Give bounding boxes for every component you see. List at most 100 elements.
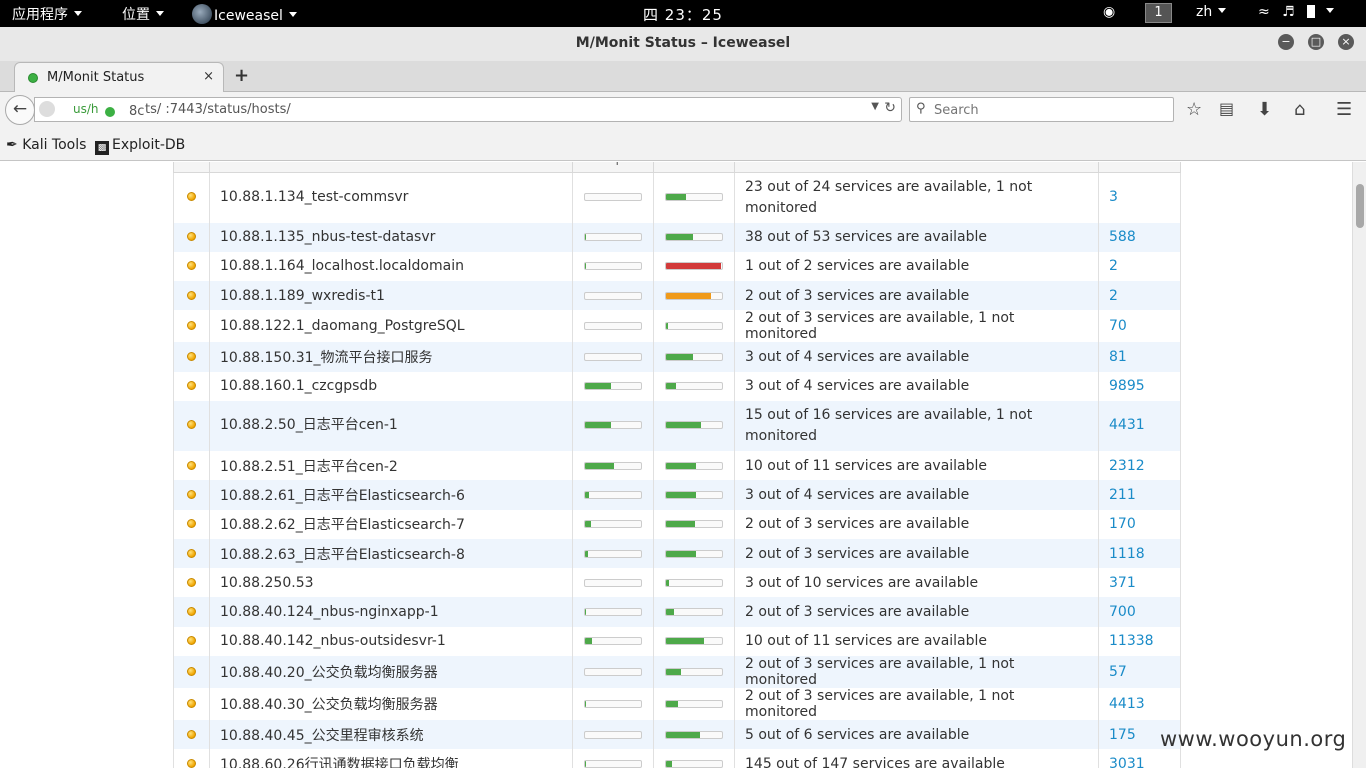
events-link[interactable]: 57 (1098, 656, 1181, 689)
events-link[interactable]: 4413 (1098, 688, 1181, 721)
table-row[interactable]: 10.88.1.135_nbus-test-datasvr 38 out of 5… (173, 222, 1181, 252)
table-row[interactable]: 10.88.122.1_daomang_PostgreSQL 2 out of 3… (173, 310, 1181, 343)
events-link[interactable]: 9895 (1098, 371, 1181, 401)
host-name[interactable]: 10.88.250.53 (209, 568, 573, 598)
events-link[interactable]: 81 (1098, 342, 1181, 372)
status-menu[interactable]: ≈ ♬ (1258, 4, 1334, 20)
host-name[interactable]: 10.88.2.63_日志平台Elasticsearch-8 (209, 538, 573, 569)
host-name[interactable]: 10.88.40.30_公交负载均衡服务器 (209, 688, 573, 721)
hamburger-menu-icon[interactable]: ☰ (1336, 99, 1352, 120)
events-link[interactable]: 2 (1098, 281, 1181, 311)
table-row[interactable]: 10.88.250.53 3 out of 10 services are ava… (173, 568, 1181, 598)
host-name[interactable]: 10.88.40.124_nbus-nginxapp-1 (209, 597, 573, 627)
status-indicator-cell (173, 172, 210, 223)
mem-meter-fill (666, 491, 696, 498)
events-link[interactable]: 2312 (1098, 450, 1181, 481)
bookmark-exploit-db[interactable]: ▩ Exploit-DB (95, 137, 185, 155)
table-row[interactable]: 10.88.1.134_test-commsvr 23 out of 24 ser… (173, 172, 1181, 223)
events-link[interactable]: 211 (1098, 480, 1181, 510)
bookmarks-menu-icon[interactable]: ▤ (1219, 99, 1234, 118)
vertical-scrollbar[interactable] (1352, 162, 1366, 768)
events-link[interactable]: 4431 (1098, 400, 1181, 451)
host-name[interactable]: 10.88.40.45_公交里程审核系统 (209, 720, 573, 750)
mem-meter-cell (653, 222, 735, 252)
table-row[interactable]: 10.88.2.51_日志平台cen-2 10 out of 11 service… (173, 450, 1181, 481)
events-link[interactable]: 2 (1098, 251, 1181, 282)
events-link[interactable]: 170 (1098, 509, 1181, 539)
status-text: 3 out of 4 services are available (734, 480, 1099, 510)
events-link[interactable]: 11338 (1098, 626, 1181, 657)
warning-dot-icon (187, 667, 196, 677)
url-text[interactable]: ts/ :7443/status/hosts/ (145, 102, 291, 117)
table-row[interactable]: 10.88.60.26行讯通数据接口负载均衡 145 out of 147 ser… (173, 749, 1181, 768)
tab-mmonit-status[interactable]: M/Monit Status × (14, 62, 224, 93)
host-name[interactable]: 10.88.60.26行讯通数据接口负载均衡 (209, 749, 573, 768)
cpu-meter (584, 291, 642, 300)
events-link[interactable]: 70 (1098, 310, 1181, 343)
mem-meter-cell (653, 568, 735, 598)
reload-icon[interactable]: ↻ (884, 100, 896, 116)
home-icon[interactable]: ⌂ (1294, 99, 1305, 120)
cpu-meter-cell (572, 172, 654, 223)
table-row[interactable]: 10.88.40.124_nbus-nginxapp-1 2 out of 3 s… (173, 597, 1181, 627)
header-status[interactable]: Status (734, 162, 1099, 173)
host-name[interactable]: 10.88.40.20_公交负载均衡服务器 (209, 656, 573, 689)
host-name[interactable]: 10.88.2.51_日志平台cen-2 (209, 450, 573, 481)
site-identity-icon[interactable] (39, 101, 55, 117)
workspace-indicator[interactable]: 1 (1145, 3, 1172, 23)
url-history-dropdown-icon[interactable]: ▼ (871, 101, 879, 112)
header-mem[interactable]: %Mem (653, 162, 735, 173)
table-row[interactable]: 10.88.1.164_localhost.localdomain 1 out o… (173, 251, 1181, 282)
events-link[interactable]: 588 (1098, 222, 1181, 252)
search-box[interactable]: ⚲ (909, 97, 1174, 122)
new-tab-button[interactable]: + (234, 65, 249, 86)
host-name[interactable]: 10.88.122.1_daomang_PostgreSQL (209, 310, 573, 343)
events-link[interactable]: 371 (1098, 568, 1181, 598)
events-link[interactable]: 1118 (1098, 538, 1181, 569)
header-host[interactable]: Host (209, 162, 573, 173)
table-row[interactable]: 10.88.40.142_nbus-outsidesvr-1 10 out of … (173, 626, 1181, 657)
host-name[interactable]: 10.88.2.62_日志平台Elasticsearch-7 (209, 509, 573, 539)
mem-meter-cell (653, 251, 735, 282)
search-input[interactable] (934, 101, 1164, 119)
language-menu[interactable]: zh (1196, 4, 1227, 20)
url-bar[interactable]: us/h 8c ts/ :7443/status/hosts/ ▼ ↻ (34, 97, 902, 122)
downloads-icon[interactable]: ⬇ (1257, 99, 1272, 120)
table-row[interactable]: 10.88.2.63_日志平台Elasticsearch-8 2 out of 3… (173, 538, 1181, 569)
table-row[interactable]: 10.88.1.189_wxredis-t1 2 out of 3 service… (173, 281, 1181, 311)
table-row[interactable]: 10.88.40.45_公交里程审核系统 5 out of 6 services … (173, 720, 1181, 750)
table-row[interactable]: 10.88.2.62_日志平台Elasticsearch-7 2 out of 3… (173, 509, 1181, 539)
events-link[interactable]: 3031 (1098, 749, 1181, 768)
host-name[interactable]: 10.88.2.61_日志平台Elasticsearch-6 (209, 480, 573, 510)
host-name[interactable]: 10.88.1.164_localhost.localdomain (209, 251, 573, 282)
table-row[interactable]: 10.88.40.30_公交负载均衡服务器 2 out of 3 services… (173, 688, 1181, 721)
minimize-button[interactable]: − (1278, 34, 1294, 50)
header-cpu[interactable]: %Cpu (572, 162, 654, 173)
host-name[interactable]: 10.88.40.142_nbus-outsidesvr-1 (209, 626, 573, 657)
scrollbar-thumb[interactable] (1356, 184, 1364, 228)
host-name[interactable]: 10.88.2.50_日志平台cen-1 (209, 400, 573, 451)
close-window-button[interactable]: × (1338, 34, 1354, 50)
table-row[interactable]: 10.88.160.1_czcgpsdb 3 out of 4 services … (173, 371, 1181, 401)
language-label: zh (1196, 4, 1213, 20)
host-name[interactable]: 10.88.150.31_物流平台接口服务 (209, 342, 573, 372)
host-name[interactable]: 10.88.1.134_test-commsvr (209, 172, 573, 223)
bookmark-star-icon[interactable]: ☆ (1186, 99, 1202, 120)
table-row[interactable]: 10.88.40.20_公交负载均衡服务器 2 out of 3 services… (173, 656, 1181, 689)
wifi-icon: ≈ (1258, 4, 1270, 20)
accessibility-icon[interactable]: ◉ (1103, 4, 1115, 20)
table-row[interactable]: 10.88.2.61_日志平台Elasticsearch-6 3 out of 4… (173, 480, 1181, 510)
table-row[interactable]: 10.88.2.50_日志平台cen-1 15 out of 16 service… (173, 400, 1181, 451)
events-link[interactable]: 3 (1098, 172, 1181, 223)
host-name[interactable]: 10.88.1.135_nbus-test-datasvr (209, 222, 573, 252)
host-name[interactable]: 10.88.1.189_wxredis-t1 (209, 281, 573, 311)
events-link[interactable]: 700 (1098, 597, 1181, 627)
host-name[interactable]: 10.88.160.1_czcgpsdb (209, 371, 573, 401)
back-button[interactable]: ← (5, 95, 35, 125)
mem-meter-cell (653, 597, 735, 627)
header-events[interactable]: Events (1098, 162, 1181, 173)
table-row[interactable]: 10.88.150.31_物流平台接口服务 3 out of 4 services… (173, 342, 1181, 372)
close-tab-icon[interactable]: × (203, 69, 214, 84)
maximize-button[interactable]: □ (1308, 34, 1324, 50)
bookmark-kali-tools[interactable]: ✒ Kali Tools (6, 137, 86, 153)
